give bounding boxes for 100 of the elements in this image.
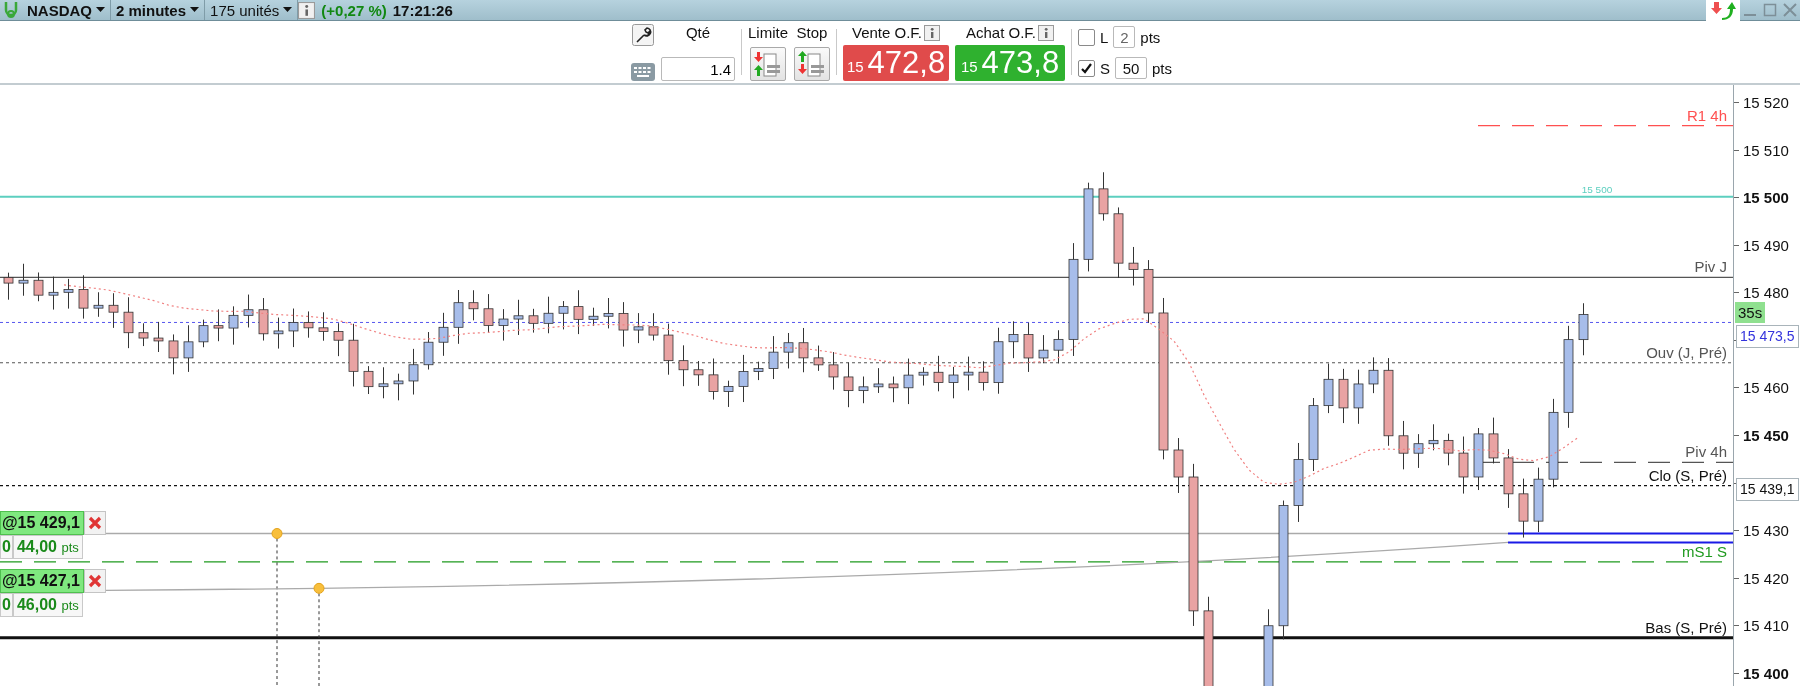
close-icon — [87, 516, 102, 530]
candlestick — [978, 360, 989, 392]
candlestick — [318, 311, 329, 342]
timeframe-dropdown[interactable]: 2 minutes — [111, 0, 206, 20]
candlestick — [183, 324, 194, 373]
candlestick — [138, 322, 149, 347]
candlestick — [153, 321, 164, 353]
candlestick — [453, 289, 464, 345]
candlestick — [588, 307, 599, 327]
instrument-dropdown[interactable]: NASDAQ — [22, 0, 111, 20]
cancel-order-button[interactable] — [83, 569, 106, 593]
unit-label: pts — [1140, 28, 1161, 46]
level-label: Ouv (J, Pré) — [1646, 343, 1727, 361]
candlestick — [843, 362, 854, 408]
caret-icon — [190, 7, 200, 13]
candlestick — [468, 289, 479, 321]
candlestick — [1428, 423, 1439, 451]
price-tick-label: 15 400 — [1743, 664, 1789, 682]
price-marker: 15 473,5 — [1736, 325, 1799, 348]
offset-field[interactable]: 50 — [1115, 57, 1148, 79]
candlestick — [1053, 329, 1064, 364]
candlestick — [78, 274, 89, 320]
order-ticket-icon — [754, 50, 782, 78]
level-label: Clo (S, Pré) — [1648, 466, 1727, 484]
level-label: Piv 4h — [1685, 443, 1727, 461]
maximize-icon — [1763, 3, 1777, 17]
candlestick — [933, 355, 944, 392]
checkbox[interactable] — [1078, 59, 1095, 77]
price-tick-label: 15 410 — [1743, 616, 1789, 634]
candlestick — [963, 356, 974, 391]
candlestick — [1503, 448, 1514, 509]
candlestick — [348, 323, 359, 387]
candlestick — [528, 308, 539, 334]
price-tick-label: 15 520 — [1743, 93, 1789, 111]
quantity-field[interactable]: 1.4 — [661, 57, 735, 81]
candlestick — [813, 345, 824, 372]
order-handle[interactable] — [313, 582, 325, 594]
info-icon[interactable] — [1038, 24, 1055, 41]
candlestick — [1413, 433, 1424, 469]
level-label: mS1 S — [1682, 543, 1727, 560]
candlestick — [783, 332, 794, 369]
candlestick — [858, 376, 869, 404]
candlestick — [228, 305, 239, 346]
cancel-order-button[interactable] — [83, 511, 106, 535]
candlestick — [1443, 433, 1454, 466]
candlestick — [753, 361, 764, 381]
refresh-arrows-icon[interactable] — [1710, 1, 1736, 20]
level-label: Piv J — [1694, 258, 1727, 276]
order-price-label[interactable]: @15 429,1 — [0, 511, 84, 535]
candlestick — [573, 289, 584, 335]
offset-field[interactable]: 2 — [1113, 26, 1136, 48]
keyboard-icon[interactable] — [631, 63, 655, 81]
offset-label: L — [1100, 28, 1109, 46]
candlestick — [1488, 417, 1499, 464]
price-tick-label: 15 500 — [1743, 188, 1789, 206]
candlestick — [198, 319, 209, 348]
candlestick — [303, 310, 314, 339]
candlestick — [723, 380, 734, 408]
candlestick — [123, 296, 134, 349]
offset-label: S — [1100, 59, 1111, 77]
candlestick — [243, 294, 254, 328]
price-tick-label: 15 490 — [1743, 236, 1789, 254]
clock-time: 17:21:26 — [392, 1, 453, 19]
candlestick — [393, 373, 404, 401]
price-tick-label: 15 430 — [1743, 521, 1789, 539]
candlestick — [273, 317, 284, 350]
candlestick — [738, 354, 749, 403]
candlestick — [438, 312, 449, 357]
candlestick — [498, 308, 509, 342]
candlestick — [513, 299, 524, 336]
candlestick — [993, 327, 1004, 395]
candlestick — [3, 272, 14, 301]
checkbox[interactable] — [1078, 28, 1095, 46]
candlestick — [948, 366, 959, 399]
candlestick — [828, 351, 839, 391]
candlestick — [1173, 437, 1184, 494]
level-label: Bas (S, Pré) — [1645, 618, 1727, 636]
candlestick — [873, 367, 884, 394]
candlestick — [1008, 320, 1019, 359]
sell-price-button[interactable]: 15 472,8 — [843, 45, 949, 81]
candlestick — [1353, 369, 1364, 425]
candlestick — [1143, 259, 1154, 324]
order-handle[interactable] — [271, 528, 283, 539]
candlestick — [888, 376, 899, 403]
candlestick — [408, 348, 419, 396]
candle-timer: 35s — [1735, 302, 1766, 323]
candlestick — [1323, 363, 1334, 414]
order-price-label[interactable]: @15 427,1 — [0, 569, 84, 593]
candlestick — [18, 263, 29, 297]
candlestick — [648, 312, 659, 341]
candlestick — [1458, 436, 1469, 495]
candlestick — [543, 296, 554, 334]
candlestick — [1473, 427, 1484, 491]
info-icon[interactable] — [298, 1, 316, 19]
limit-order-button[interactable] — [750, 47, 786, 81]
stop-order-button[interactable] — [794, 47, 830, 81]
wrench-icon[interactable] — [632, 24, 654, 46]
info-icon[interactable] — [924, 24, 941, 41]
candlestick — [558, 300, 569, 330]
price-tick-label: 15 510 — [1743, 141, 1789, 159]
